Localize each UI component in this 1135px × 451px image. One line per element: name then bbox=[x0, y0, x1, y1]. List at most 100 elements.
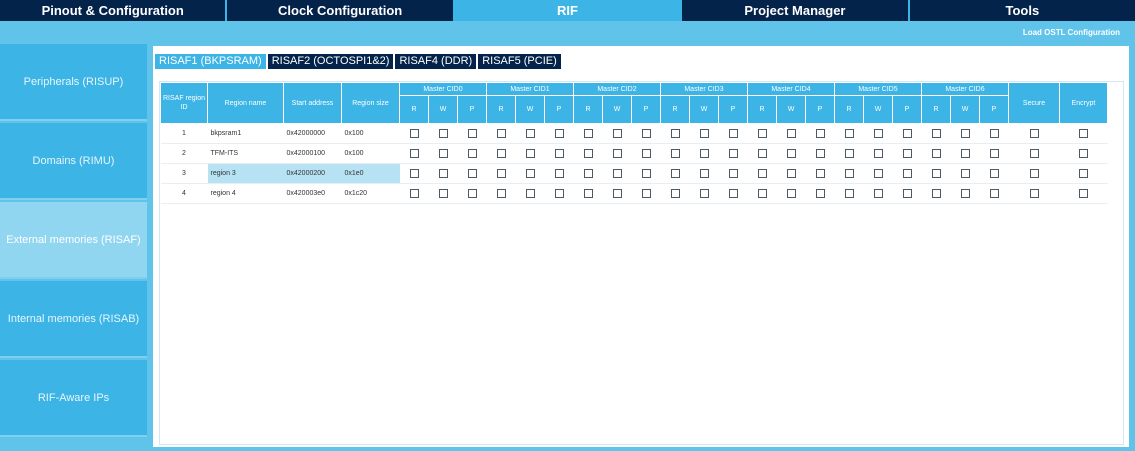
region-name-cell[interactable]: region 3 bbox=[207, 163, 284, 184]
master-cid5-w-checkbox[interactable] bbox=[873, 169, 883, 178]
master-cid0-r-checkbox[interactable] bbox=[409, 189, 419, 198]
table-row[interactable]: 3 region 3 0x42000200 0x1e0 bbox=[160, 163, 1108, 184]
master-cid1-r-checkbox[interactable] bbox=[496, 169, 506, 178]
master-cid1-w-checkbox[interactable] bbox=[525, 189, 535, 198]
master-cid3-w-checkbox[interactable] bbox=[699, 169, 709, 178]
tab-tools[interactable]: Tools bbox=[910, 0, 1135, 21]
master-cid0-p-checkbox[interactable] bbox=[467, 169, 477, 178]
secure-checkbox[interactable] bbox=[1029, 169, 1039, 178]
region-size-cell[interactable]: 0x100 bbox=[341, 123, 400, 144]
encrypt-checkbox[interactable] bbox=[1079, 189, 1088, 198]
region-name-cell[interactable]: region 4 bbox=[207, 183, 284, 204]
secure-checkbox[interactable] bbox=[1029, 189, 1039, 198]
start-address-cell[interactable]: 0x420003e0 bbox=[283, 183, 342, 204]
master-cid1-r-checkbox[interactable] bbox=[496, 189, 506, 198]
master-cid3-w-checkbox[interactable] bbox=[699, 129, 709, 138]
start-address-cell[interactable]: 0x42000000 bbox=[283, 123, 342, 144]
sidebar-item-internal-memories-risab[interactable]: Internal memories (RISAB) bbox=[0, 281, 147, 358]
master-cid0-p-checkbox[interactable] bbox=[467, 189, 477, 198]
master-cid0-w-checkbox[interactable] bbox=[438, 189, 448, 198]
master-cid5-p-checkbox[interactable] bbox=[902, 169, 912, 178]
master-cid0-w-checkbox[interactable] bbox=[438, 129, 448, 138]
master-cid3-p-checkbox[interactable] bbox=[728, 149, 738, 158]
master-cid5-r-checkbox[interactable] bbox=[844, 189, 854, 198]
master-cid4-r-checkbox[interactable] bbox=[757, 149, 767, 158]
risaf-tab-risaf2-octospi1-2[interactable]: RISAF2 (OCTOSPI1&2) bbox=[267, 54, 394, 69]
master-cid6-p-checkbox[interactable] bbox=[989, 129, 999, 138]
tab-pinout-configuration[interactable]: Pinout & Configuration bbox=[0, 0, 228, 21]
master-cid1-p-checkbox[interactable] bbox=[554, 149, 564, 158]
master-cid5-r-checkbox[interactable] bbox=[844, 129, 854, 138]
table-row[interactable]: 1 bkpsram1 0x42000000 0x100 bbox=[160, 123, 1108, 144]
master-cid2-r-checkbox[interactable] bbox=[583, 149, 593, 158]
master-cid3-p-checkbox[interactable] bbox=[728, 189, 738, 198]
risaf-tab-risaf4-ddr[interactable]: RISAF4 (DDR) bbox=[395, 54, 477, 69]
sidebar-item-rif-aware-ips[interactable]: RIF-Aware IPs bbox=[0, 360, 147, 437]
master-cid6-p-checkbox[interactable] bbox=[989, 149, 999, 158]
sidebar-item-peripherals-risup[interactable]: Peripherals (RISUP) bbox=[0, 44, 147, 121]
master-cid6-p-checkbox[interactable] bbox=[989, 189, 999, 198]
master-cid4-p-checkbox[interactable] bbox=[815, 169, 825, 178]
table-row[interactable]: 4 region 4 0x420003e0 0x1c20 bbox=[160, 183, 1108, 204]
master-cid3-p-checkbox[interactable] bbox=[728, 129, 738, 138]
master-cid2-p-checkbox[interactable] bbox=[641, 129, 651, 138]
master-cid4-p-checkbox[interactable] bbox=[815, 129, 825, 138]
master-cid1-p-checkbox[interactable] bbox=[554, 129, 564, 138]
master-cid6-w-checkbox[interactable] bbox=[960, 189, 970, 198]
master-cid0-p-checkbox[interactable] bbox=[467, 129, 477, 138]
master-cid0-w-checkbox[interactable] bbox=[438, 149, 448, 158]
master-cid4-w-checkbox[interactable] bbox=[786, 169, 796, 178]
master-cid3-r-checkbox[interactable] bbox=[670, 129, 680, 138]
master-cid2-w-checkbox[interactable] bbox=[612, 169, 622, 178]
region-size-cell[interactable]: 0x1c20 bbox=[341, 183, 400, 204]
master-cid1-p-checkbox[interactable] bbox=[554, 189, 564, 198]
master-cid3-w-checkbox[interactable] bbox=[699, 149, 709, 158]
master-cid4-p-checkbox[interactable] bbox=[815, 149, 825, 158]
master-cid5-w-checkbox[interactable] bbox=[873, 149, 883, 158]
secure-checkbox[interactable] bbox=[1029, 149, 1039, 158]
region-size-cell[interactable]: 0x100 bbox=[341, 143, 400, 164]
master-cid4-p-checkbox[interactable] bbox=[815, 189, 825, 198]
master-cid1-w-checkbox[interactable] bbox=[525, 149, 535, 158]
master-cid2-p-checkbox[interactable] bbox=[641, 169, 651, 178]
encrypt-checkbox[interactable] bbox=[1079, 169, 1088, 178]
tab-rif[interactable]: RIF bbox=[454, 0, 683, 21]
region-size-cell[interactable]: 0x1e0 bbox=[341, 163, 400, 184]
region-name-cell[interactable]: bkpsram1 bbox=[207, 123, 284, 144]
master-cid1-r-checkbox[interactable] bbox=[496, 149, 506, 158]
master-cid1-w-checkbox[interactable] bbox=[525, 169, 535, 178]
master-cid4-w-checkbox[interactable] bbox=[786, 129, 796, 138]
encrypt-checkbox[interactable] bbox=[1079, 129, 1088, 138]
master-cid1-r-checkbox[interactable] bbox=[496, 129, 506, 138]
sidebar-item-domains-rimu[interactable]: Domains (RIMU) bbox=[0, 123, 147, 200]
master-cid6-p-checkbox[interactable] bbox=[989, 169, 999, 178]
master-cid2-r-checkbox[interactable] bbox=[583, 169, 593, 178]
master-cid6-r-checkbox[interactable] bbox=[931, 129, 941, 138]
master-cid0-p-checkbox[interactable] bbox=[467, 149, 477, 158]
master-cid2-w-checkbox[interactable] bbox=[612, 149, 622, 158]
table-row[interactable]: 2 TFM-ITS 0x42000100 0x100 bbox=[160, 143, 1108, 164]
master-cid6-r-checkbox[interactable] bbox=[931, 169, 941, 178]
tab-project-manager[interactable]: Project Manager bbox=[682, 0, 910, 21]
master-cid3-r-checkbox[interactable] bbox=[670, 169, 680, 178]
master-cid0-r-checkbox[interactable] bbox=[409, 129, 419, 138]
encrypt-checkbox[interactable] bbox=[1079, 149, 1088, 158]
master-cid6-r-checkbox[interactable] bbox=[931, 149, 941, 158]
master-cid6-w-checkbox[interactable] bbox=[960, 129, 970, 138]
master-cid5-p-checkbox[interactable] bbox=[902, 189, 912, 198]
master-cid3-p-checkbox[interactable] bbox=[728, 169, 738, 178]
master-cid5-w-checkbox[interactable] bbox=[873, 189, 883, 198]
master-cid6-w-checkbox[interactable] bbox=[960, 149, 970, 158]
master-cid4-r-checkbox[interactable] bbox=[757, 189, 767, 198]
master-cid5-p-checkbox[interactable] bbox=[902, 129, 912, 138]
master-cid6-w-checkbox[interactable] bbox=[960, 169, 970, 178]
start-address-cell[interactable]: 0x42000100 bbox=[283, 143, 342, 164]
master-cid3-r-checkbox[interactable] bbox=[670, 149, 680, 158]
master-cid1-p-checkbox[interactable] bbox=[554, 169, 564, 178]
master-cid6-r-checkbox[interactable] bbox=[931, 189, 941, 198]
secure-checkbox[interactable] bbox=[1029, 129, 1039, 138]
master-cid3-r-checkbox[interactable] bbox=[670, 189, 680, 198]
master-cid2-w-checkbox[interactable] bbox=[612, 189, 622, 198]
risaf-tab-risaf1-bkpsram[interactable]: RISAF1 (BKPSRAM) bbox=[155, 54, 266, 69]
master-cid2-r-checkbox[interactable] bbox=[583, 129, 593, 138]
